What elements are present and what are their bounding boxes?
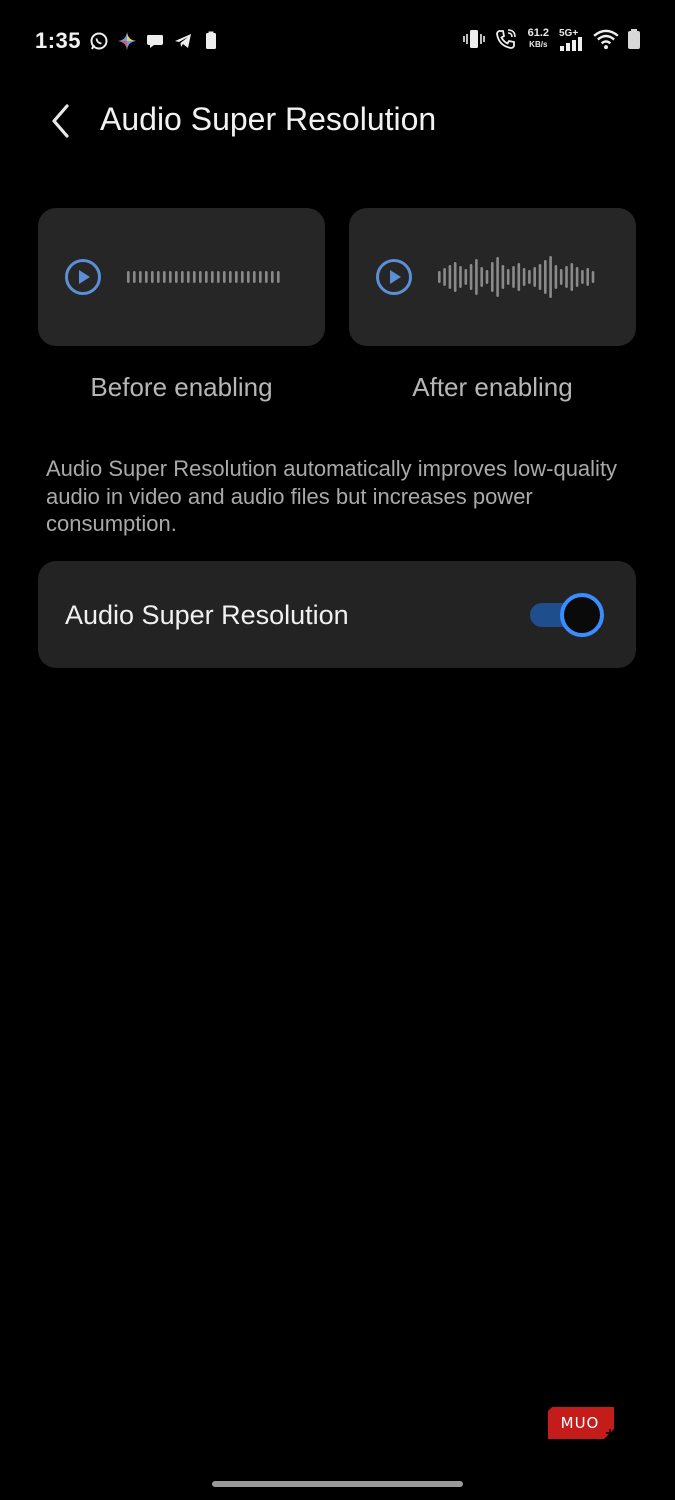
vibrate-icon (462, 30, 485, 48)
wifi-icon (593, 29, 619, 50)
setting-label: Audio Super Resolution (65, 600, 349, 630)
flat-waveform-icon (127, 271, 280, 283)
battery-icon (628, 29, 640, 49)
after-sample-label: After enabling (412, 372, 573, 402)
telegram-icon (175, 34, 191, 48)
audio-super-resolution-toggle[interactable] (530, 593, 606, 637)
home-gesture-bar[interactable] (212, 1481, 463, 1487)
play-icon[interactable] (64, 258, 102, 296)
chevron-left-icon (52, 104, 69, 138)
feature-description: Audio Super Resolution automatically imp… (46, 456, 618, 536)
play-icon[interactable] (375, 258, 413, 296)
network-speed-unit: KB/s (529, 40, 548, 49)
battery-small-icon (206, 31, 216, 49)
notification-icons (89, 30, 221, 52)
toggle-thumb (560, 593, 604, 637)
back-button[interactable] (38, 98, 84, 144)
wifi-calling-icon (495, 29, 516, 49)
status-bar: 1:35 61.2 KB/s 5G+ (0, 0, 675, 84)
network-speed: 61.2 KB/s (528, 28, 549, 50)
signal-icon (560, 37, 582, 51)
svg-text:MUO: MUO (561, 1414, 600, 1432)
before-sample-card[interactable] (38, 208, 325, 346)
system-icons: 61.2 KB/s 5G+ (462, 28, 641, 51)
enhanced-waveform-icon (438, 256, 595, 298)
gemini-icon (118, 32, 136, 50)
network-speed-value: 61.2 (527, 27, 549, 39)
whatsapp-icon (90, 32, 108, 50)
status-time: 1:35 (35, 28, 82, 53)
page-title: Audio Super Resolution (100, 101, 437, 137)
app-bar: Audio Super Resolution (0, 84, 675, 164)
chat-bubble-icon (147, 35, 163, 48)
signal-group: 5G+ (559, 28, 585, 51)
after-sample-card[interactable] (349, 208, 636, 346)
muo-watermark-logo: MUO (548, 1407, 614, 1439)
before-sample-label: Before enabling (90, 372, 273, 402)
audio-super-resolution-setting[interactable]: Audio Super Resolution (38, 561, 636, 668)
